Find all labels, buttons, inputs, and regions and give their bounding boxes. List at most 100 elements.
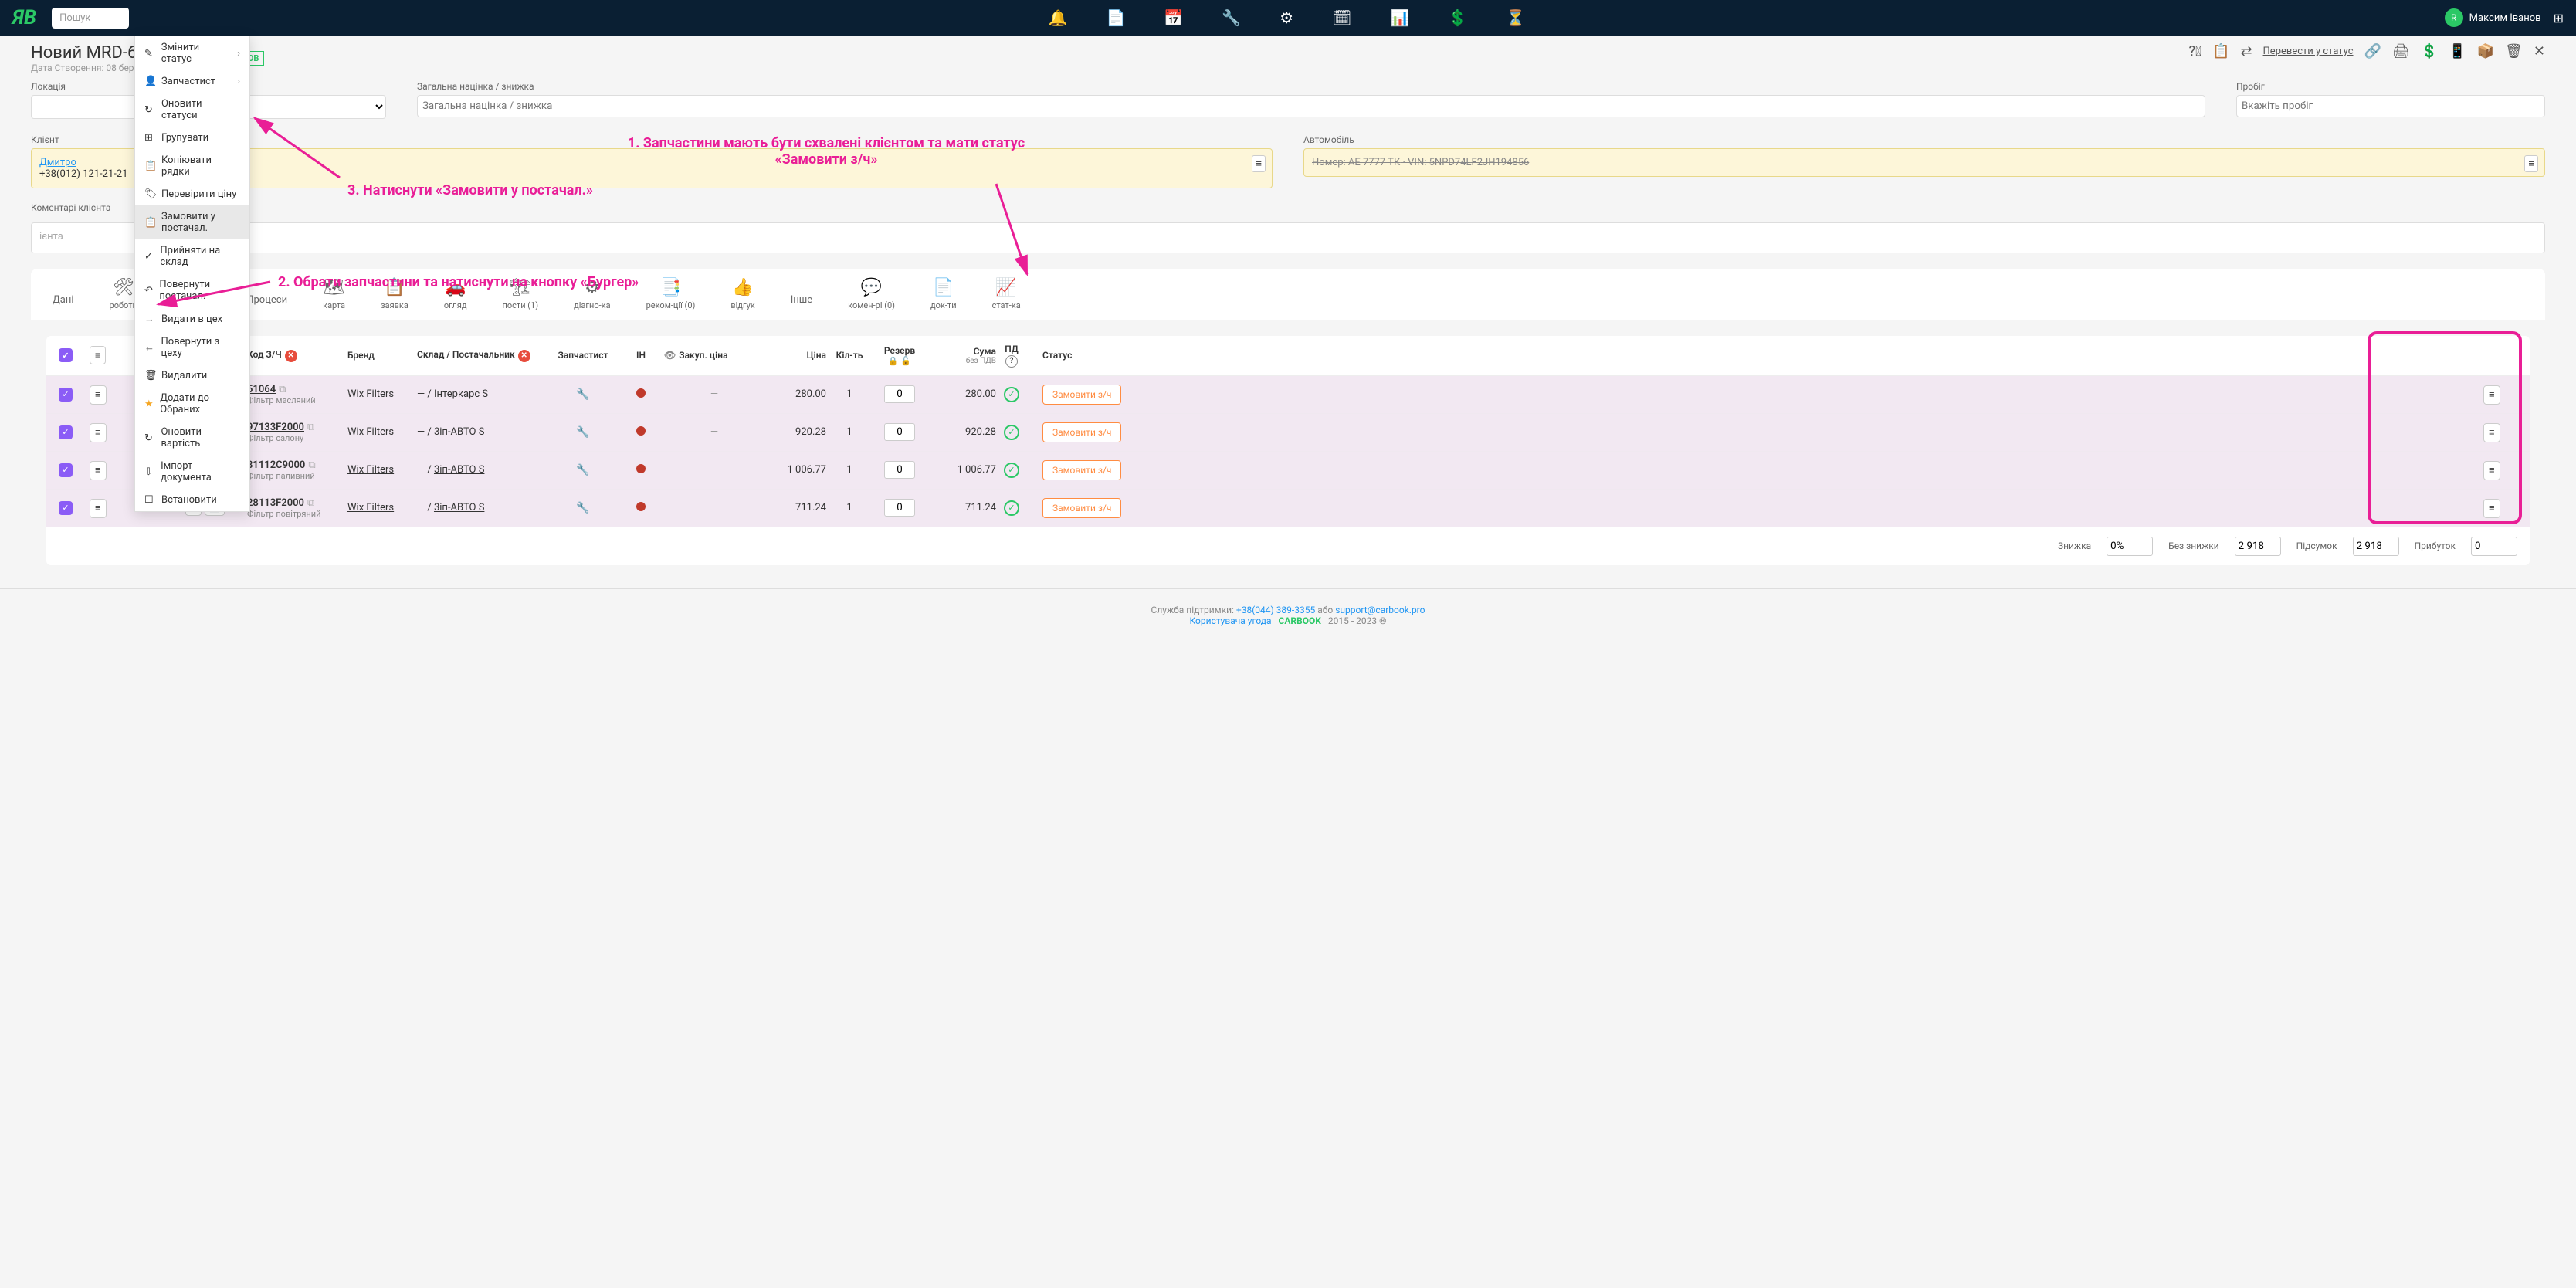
supplier-link[interactable]: Інтеркарс S (434, 388, 488, 400)
row-checkbox[interactable]: ✓ (59, 425, 73, 439)
tablet-icon[interactable]: 📱 (2449, 43, 2466, 59)
link-icon[interactable]: 🔗 (2364, 43, 2381, 59)
schedule-icon[interactable]: 🗓 (1332, 8, 1351, 27)
menu-copy-rows[interactable]: 📋Копіювати рядки (135, 149, 249, 183)
row-burger-button[interactable]: ≡ (90, 423, 107, 442)
profit-input[interactable] (2471, 537, 2517, 556)
hourglass-icon[interactable]: ⏳ (1506, 8, 1525, 27)
support-email[interactable]: support@carbook.pro (1335, 605, 1425, 615)
mileage-input[interactable] (2236, 95, 2545, 117)
tab-comments[interactable]: 💬комен-рі (0) (842, 269, 901, 320)
menu-order-supplier[interactable]: 📋Замовити у постачал. (135, 205, 249, 239)
status-button[interactable]: Замовити з/ч (1042, 498, 1121, 518)
help-icon[interactable]: ?⃝ (2189, 43, 2202, 59)
support-phone[interactable]: +38(044) 389-3355 (1236, 605, 1315, 615)
tab-docs[interactable]: 📄док-ти (924, 269, 963, 320)
row-checkbox[interactable]: ✓ (59, 463, 73, 477)
copy-icon[interactable]: ⧉ (308, 459, 315, 471)
copy-icon[interactable]: ⧉ (307, 422, 314, 433)
client-burger-icon[interactable]: ≡ (1252, 155, 1266, 172)
menu-add-favorites[interactable]: ★Додати до Обраних (135, 387, 249, 421)
clipboard-icon[interactable]: 📋 (2212, 43, 2229, 59)
tab-review[interactable]: 🚗огляд (438, 269, 473, 320)
code-link[interactable]: 97133F2000 (247, 422, 304, 433)
comments-box[interactable]: ієнта (31, 222, 2545, 253)
tab-feedback[interactable]: 👍відгук (724, 269, 761, 320)
row-checkbox[interactable]: ✓ (59, 501, 73, 515)
tab-diagnose[interactable]: ⚙діагно-ка (568, 269, 617, 320)
row-menu-button[interactable]: ≡ (2483, 423, 2500, 442)
client-name[interactable]: Дмитро (39, 157, 76, 168)
menu-update-statuses[interactable]: ↻Оновити статуси (135, 93, 249, 127)
status-button[interactable]: Замовити з/ч (1042, 385, 1121, 405)
eye-slash-icon[interactable]: 👁 (664, 350, 676, 361)
clear-code-icon[interactable]: ✕ (285, 350, 297, 362)
menu-check-price[interactable]: 🏷Перевірити ціну (135, 183, 249, 205)
brand-link[interactable]: Wix Filters (347, 388, 394, 400)
row-menu-button[interactable]: ≡ (2483, 385, 2500, 405)
chart-icon[interactable]: 📊 (1390, 8, 1409, 27)
menu-delete[interactable]: 🗑Видалити (135, 364, 249, 387)
row-burger-button[interactable]: ≡ (90, 499, 107, 518)
dollar-icon[interactable]: 💲 (1448, 8, 1467, 27)
menu-return-supplier[interactable]: ↶Повернути постачал. (135, 273, 249, 307)
menu-change-status[interactable]: ✎Змінити статус› (135, 36, 249, 70)
wrench-icon[interactable]: 🔧 (1222, 8, 1241, 27)
row-burger-button[interactable]: ≡ (90, 461, 107, 480)
row-menu-button[interactable]: ≡ (2483, 499, 2500, 518)
subtotal-input[interactable] (2353, 537, 2399, 556)
supplier-link[interactable]: 3іп-АВТО S (434, 464, 484, 476)
tab-data[interactable]: Дані (46, 280, 80, 320)
tab-other[interactable]: Інше (785, 280, 819, 320)
reserve-input[interactable] (884, 423, 915, 441)
bulk-burger-button[interactable]: ≡ (90, 346, 106, 364)
status-button[interactable]: Замовити з/ч (1042, 422, 1121, 442)
markup-input[interactable] (417, 95, 2205, 117)
swap-icon[interactable]: ⇄ (2240, 43, 2252, 59)
calendar-icon[interactable]: 📅 (1164, 8, 1183, 27)
status-button[interactable]: Замовити з/ч (1042, 460, 1121, 480)
wrench-icon[interactable]: 🔧 (576, 388, 589, 401)
menu-accept-stock[interactable]: ✓Прийняти на склад (135, 239, 249, 273)
brand-link[interactable]: Wix Filters (347, 464, 394, 476)
gear-icon[interactable]: ⚙ (1280, 8, 1293, 27)
row-menu-button[interactable]: ≡ (2483, 461, 2500, 480)
tab-map[interactable]: 🗺карта (317, 269, 351, 320)
tab-recom[interactable]: 📑реком-ції (0) (640, 269, 702, 320)
tab-stats[interactable]: 📈стат-ка (986, 269, 1027, 320)
wrench-icon[interactable]: 🔧 (576, 502, 589, 514)
supplier-link[interactable]: 3іп-АВТО S (434, 426, 484, 438)
menu-group[interactable]: ⊞Групувати (135, 127, 249, 149)
tab-request[interactable]: 📋заявка (375, 269, 415, 320)
wrench-icon[interactable]: 🔧 (576, 464, 589, 476)
copy-icon[interactable]: ⧉ (307, 497, 314, 509)
auto-burger-icon[interactable]: ≡ (2524, 155, 2538, 172)
lock-icons[interactable]: 🔒 🔓 (873, 356, 927, 366)
bell-icon[interactable]: 🔔 (1049, 8, 1068, 27)
select-all-checkbox[interactable]: ✓ (59, 348, 73, 362)
row-checkbox[interactable]: ✓ (59, 388, 73, 402)
close-icon[interactable]: ✕ (2534, 43, 2545, 59)
menu-zapchastyst[interactable]: 👤Запчастист› (135, 70, 249, 93)
user-area[interactable]: R Максим Іванов ⊞ (2445, 8, 2564, 27)
tab-posts[interactable]: 🏗пости (1) (497, 269, 545, 320)
brand-link[interactable]: Wix Filters (347, 502, 394, 514)
reserve-input[interactable] (884, 461, 915, 479)
menu-return-workshop[interactable]: ←Повернути з цеху (135, 330, 249, 364)
code-link[interactable]: 31112C9000 (247, 459, 305, 471)
user-agreement-link[interactable]: Користувача угода (1189, 615, 1271, 626)
archive-icon[interactable]: 📦 (2477, 43, 2494, 59)
code-link[interactable]: 51064 (247, 384, 276, 395)
supplier-link[interactable]: 3іп-АВТО S (434, 502, 484, 514)
menu-give-workshop[interactable]: →Видати в цех (135, 307, 249, 330)
row-burger-button[interactable]: ≡ (90, 385, 107, 405)
apps-icon[interactable]: ⊞ (2554, 11, 2564, 25)
no-discount-input[interactable] (2235, 537, 2281, 556)
copy-icon[interactable]: ⧉ (279, 384, 286, 395)
search-input[interactable]: Пошук (52, 8, 129, 29)
reserve-input[interactable] (884, 385, 915, 403)
menu-import-doc[interactable]: ⇩Імпорт документа (135, 455, 249, 489)
status-link[interactable]: Перевести у статус (2263, 46, 2354, 57)
menu-update-cost[interactable]: ↻Оновити вартість (135, 421, 249, 455)
reserve-input[interactable] (884, 499, 915, 517)
